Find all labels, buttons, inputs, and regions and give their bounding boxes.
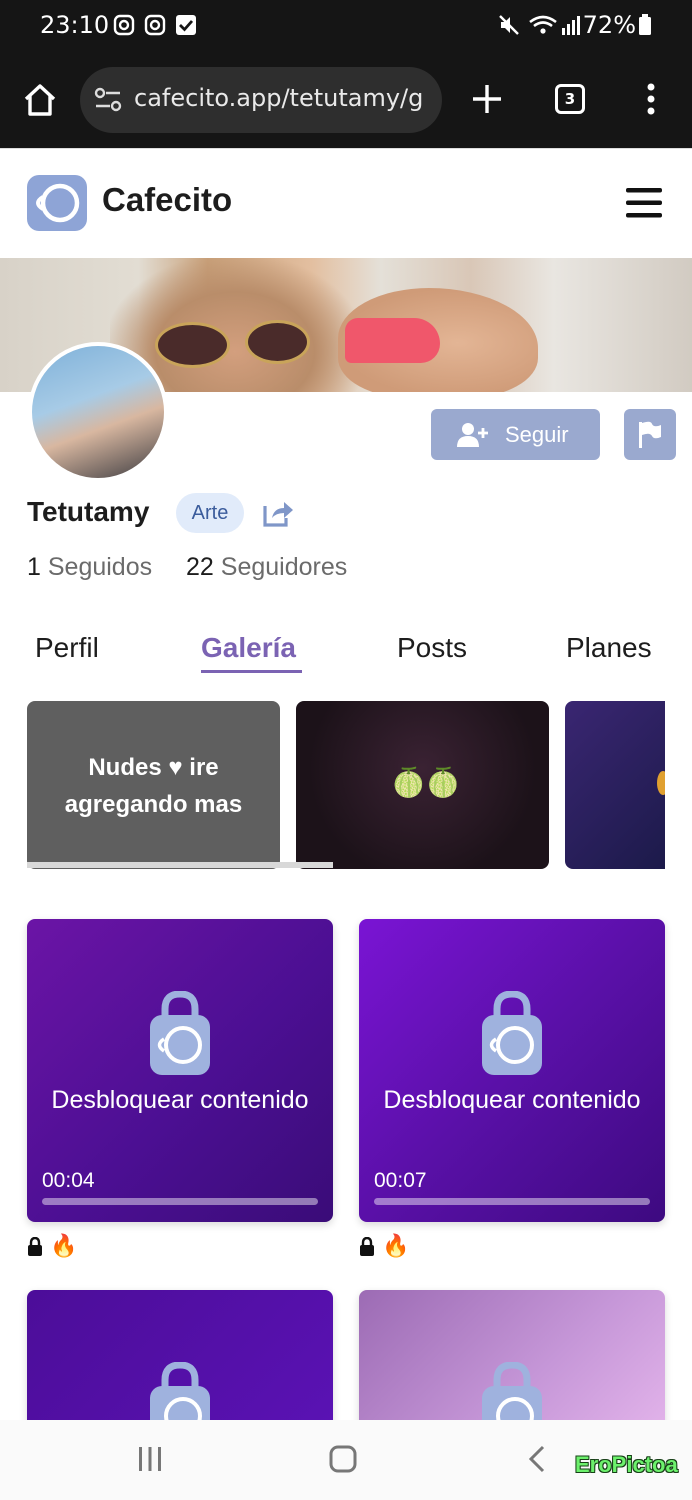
signal-icon bbox=[562, 16, 580, 35]
lock-icon bbox=[28, 1237, 42, 1256]
profile-tabs: Perfil Galería Posts Planes bbox=[0, 630, 692, 680]
profile-avatar[interactable] bbox=[28, 342, 168, 482]
fire-icon: 🔥 bbox=[50, 1234, 78, 1259]
home-nav-icon[interactable] bbox=[329, 1445, 357, 1473]
add-user-icon bbox=[457, 423, 488, 447]
following-label[interactable]: Seguidos bbox=[48, 553, 152, 581]
flag-icon bbox=[639, 421, 661, 448]
share-icon[interactable] bbox=[262, 498, 294, 528]
video-duration: 00:04 bbox=[42, 1169, 95, 1192]
tab-perfil[interactable]: Perfil bbox=[35, 632, 99, 664]
tab-galeria[interactable]: Galería bbox=[201, 632, 296, 664]
fire-icon: 🔥 bbox=[382, 1234, 410, 1259]
carousel-scrollbar[interactable] bbox=[27, 862, 333, 868]
album-card[interactable]: Nudes ♥ ire agregando mas bbox=[27, 701, 280, 869]
address-bar[interactable]: cafecito.app/tetutamy/g bbox=[80, 67, 442, 133]
follow-label: Seguir bbox=[505, 422, 569, 447]
hamburger-menu-icon[interactable] bbox=[626, 187, 662, 219]
battery-icon bbox=[639, 14, 651, 35]
browser-toolbar: cafecito.app/tetutamy/g 3 bbox=[0, 52, 692, 148]
recent-apps-icon[interactable] bbox=[137, 1446, 163, 1472]
new-tab-icon[interactable] bbox=[471, 83, 503, 115]
followers-label[interactable]: Seguidores bbox=[221, 553, 347, 581]
mute-icon bbox=[499, 15, 519, 35]
profile-username: Tetutamy bbox=[27, 496, 150, 527]
locked-media-item[interactable] bbox=[27, 1290, 333, 1430]
tab-switcher-button[interactable]: 3 bbox=[555, 84, 585, 114]
back-icon[interactable] bbox=[528, 1445, 546, 1473]
brand-name[interactable]: Cafecito bbox=[102, 181, 232, 219]
home-icon[interactable] bbox=[22, 82, 58, 118]
cafecito-logo-icon[interactable] bbox=[27, 175, 87, 231]
video-progress-bar bbox=[374, 1198, 650, 1205]
tab-planes[interactable]: Planes bbox=[566, 632, 652, 664]
check-icon bbox=[176, 15, 196, 35]
locked-media-item[interactable]: Desbloquear contenido 00:07 bbox=[359, 919, 665, 1222]
follow-button[interactable]: Seguir bbox=[431, 409, 600, 460]
album-card[interactable]: 🍈🍈 bbox=[296, 701, 549, 869]
watermark-text: EroPictoa bbox=[575, 1452, 678, 1477]
lock-icon bbox=[360, 1237, 374, 1256]
url-text: cafecito.app/tetutamy/g bbox=[134, 84, 424, 112]
site-settings-icon[interactable] bbox=[94, 87, 122, 113]
album-card[interactable] bbox=[565, 701, 665, 869]
report-button[interactable] bbox=[624, 409, 676, 460]
following-count: 1 bbox=[27, 553, 41, 581]
more-options-icon[interactable] bbox=[644, 83, 658, 115]
active-tab-indicator bbox=[201, 670, 302, 673]
locked-media-item[interactable] bbox=[359, 1290, 665, 1430]
album-emoji: 🍈🍈 bbox=[391, 766, 461, 799]
battery-percent: 72% bbox=[582, 11, 636, 39]
wifi-icon bbox=[529, 15, 557, 34]
category-badge[interactable]: Arte bbox=[176, 493, 244, 533]
lock-cup-icon bbox=[482, 991, 542, 1075]
video-duration: 00:07 bbox=[374, 1169, 427, 1192]
status-time: 23:10 bbox=[40, 11, 110, 39]
instagram-icon bbox=[144, 14, 166, 36]
album-title: Nudes ♥ ire agregando mas bbox=[64, 754, 243, 818]
unlock-label: Desbloquear contenido bbox=[383, 1086, 641, 1114]
follow-stats: 1 Seguidos 22 Seguidores bbox=[27, 553, 347, 582]
locked-media-item[interactable]: Desbloquear contenido 00:04 bbox=[27, 919, 333, 1222]
status-bar: 23:10 72% bbox=[0, 0, 692, 52]
site-header: Cafecito bbox=[0, 148, 692, 258]
tab-posts[interactable]: Posts bbox=[397, 632, 467, 664]
instagram-icon bbox=[113, 14, 135, 36]
lock-cup-icon bbox=[150, 991, 210, 1075]
video-progress-bar bbox=[42, 1198, 318, 1205]
unlock-label: Desbloquear contenido bbox=[51, 1086, 309, 1114]
followers-count: 22 bbox=[186, 553, 214, 581]
